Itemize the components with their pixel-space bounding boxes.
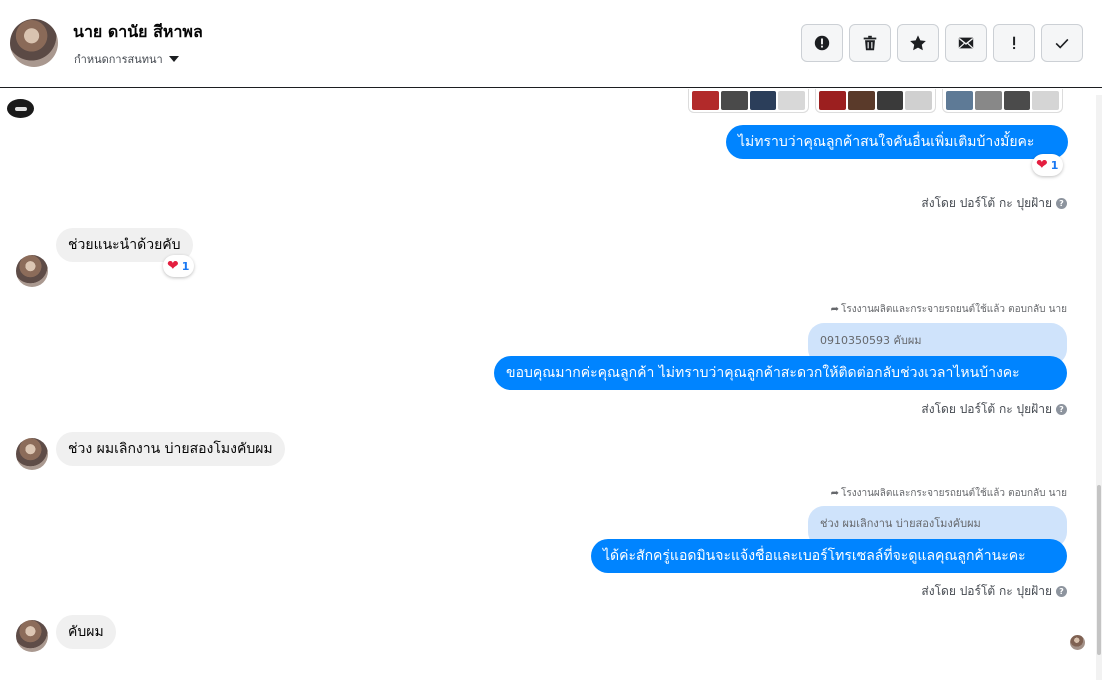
car-image-attachments[interactable] xyxy=(688,89,1063,113)
reply-note-text: โรงงานผลิตและกระจายรถยนต์ใช้แล้ว ตอบกลับ… xyxy=(840,488,1067,499)
exclamation-icon xyxy=(1013,36,1016,50)
reply-arrow-icon: ➦ xyxy=(830,488,839,499)
sent-by-label: ส่งโดย ปอร์โต้ กะ ปุยฝ้าย ? xyxy=(921,194,1067,213)
message-reaction[interactable]: ❤ 1 xyxy=(1032,154,1064,176)
conversation-header: นาย ดานัย สีหาพล กำหนดการสนทนา xyxy=(0,0,1102,88)
car-image-thumbnail[interactable] xyxy=(688,89,809,113)
alert-circle-icon xyxy=(814,35,830,51)
reply-arrow-icon: ➦ xyxy=(830,304,839,315)
reaction-count: 1 xyxy=(181,259,190,273)
sent-by-label: ส่งโดย ปอร์โต้ กะ ปุยฝ้าย ? xyxy=(921,582,1067,601)
contact-avatar[interactable] xyxy=(10,19,58,67)
outgoing-message[interactable]: ขอบคุณมากค่ะคุณลูกค้า ไม่ทราบว่าคุณลูกค้… xyxy=(494,356,1067,390)
assign-label: กำหนดการสนทนา xyxy=(74,53,163,66)
caret-down-icon xyxy=(168,56,179,62)
report-button[interactable] xyxy=(801,24,843,62)
scrollbar-thumb[interactable] xyxy=(1097,485,1101,655)
star-icon xyxy=(910,35,926,51)
reaction-count: 1 xyxy=(1050,158,1059,172)
toolbar xyxy=(801,24,1083,62)
mark-spam-button[interactable] xyxy=(993,24,1035,62)
incoming-message[interactable]: ช่วง ผมเลิกงาน บ่ายสองโมงคับผม xyxy=(56,432,285,466)
car-image-thumbnail[interactable] xyxy=(815,89,936,113)
help-icon[interactable]: ? xyxy=(1056,586,1067,597)
page-logo xyxy=(7,99,34,118)
contact-name[interactable]: นาย ดานัย สีหาพล xyxy=(73,20,203,45)
sent-by-text: ส่งโดย ปอร์โต้ กะ ปุยฝ้าย xyxy=(921,402,1052,416)
car-image-thumbnail[interactable] xyxy=(942,89,1063,113)
contact-avatar[interactable] xyxy=(16,255,48,287)
incoming-message[interactable]: คับผม xyxy=(56,615,116,649)
heart-icon: ❤ xyxy=(167,258,179,274)
outgoing-message[interactable]: ได้ค่ะสักครู่แอดมินจะแจ้งชื่อและเบอร์โทร… xyxy=(591,539,1067,573)
check-icon xyxy=(1055,38,1069,49)
sent-by-text: ส่งโดย ปอร์โต้ กะ ปุยฝ้าย xyxy=(921,196,1052,210)
reply-note-text: โรงงานผลิตและกระจายรถยนต์ใช้แล้ว ตอบกลับ… xyxy=(840,304,1067,315)
delete-button[interactable] xyxy=(849,24,891,62)
heart-icon: ❤ xyxy=(1036,157,1048,173)
trash-icon xyxy=(863,35,877,51)
mail-icon xyxy=(958,37,974,49)
sent-by-label: ส่งโดย ปอร์โต้ กะ ปุยฝ้าย ? xyxy=(921,400,1067,419)
scrollbar-track[interactable] xyxy=(1096,95,1102,680)
sent-by-text: ส่งโดย ปอร์โต้ กะ ปุยฝ้าย xyxy=(921,584,1052,598)
seen-indicator-avatar xyxy=(1070,635,1085,650)
help-icon[interactable]: ? xyxy=(1056,198,1067,209)
reply-context: ➦ โรงงานผลิตและกระจายรถยนต์ใช้แล้ว ตอบกล… xyxy=(831,486,1067,501)
reply-context: ➦ โรงงานผลิตและกระจายรถยนต์ใช้แล้ว ตอบกล… xyxy=(831,302,1067,317)
help-icon[interactable]: ? xyxy=(1056,404,1067,415)
message-reaction[interactable]: ❤ 1 xyxy=(163,255,195,277)
contact-avatar[interactable] xyxy=(16,620,48,652)
mark-unread-button[interactable] xyxy=(945,24,987,62)
star-button[interactable] xyxy=(897,24,939,62)
assign-conversation-dropdown[interactable]: กำหนดการสนทนา xyxy=(74,50,179,68)
contact-avatar[interactable] xyxy=(16,438,48,470)
outgoing-message[interactable]: ไม่ทราบว่าคุณลูกค้าสนใจคันอื่นเพิ่มเติมบ… xyxy=(726,125,1068,159)
mark-done-button[interactable] xyxy=(1041,24,1083,62)
